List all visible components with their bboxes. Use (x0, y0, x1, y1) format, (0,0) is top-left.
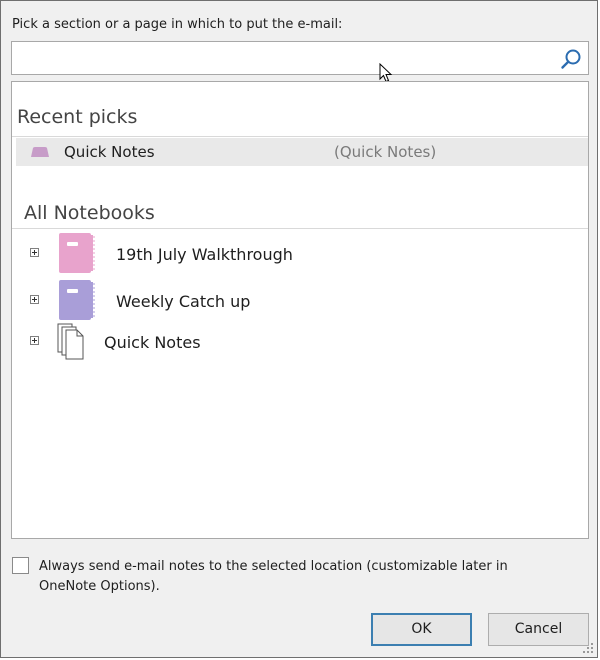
recent-picks-heading: Recent picks (17, 106, 138, 128)
recent-item-location: (Quick Notes) (334, 143, 437, 161)
notebook-name: Weekly Catch up (116, 292, 251, 311)
notebook-item-19th-july-walkthrough[interactable]: 19th July Walkthrough (12, 232, 588, 278)
prompt-label: Pick a section or a page in which to put… (12, 17, 343, 32)
search-icon[interactable] (560, 48, 582, 70)
section-tab-icon (31, 147, 49, 157)
notebook-item-quick-notes[interactable]: Quick Notes (12, 322, 588, 368)
notebook-name: Quick Notes (104, 333, 201, 352)
mouse-pointer-icon (379, 63, 393, 83)
quick-notes-pages-icon (57, 323, 84, 360)
cancel-button[interactable]: Cancel (488, 613, 589, 646)
divider (12, 228, 588, 229)
always-send-checkbox[interactable] (12, 557, 29, 574)
notebook-item-weekly-catch-up[interactable]: Weekly Catch up (12, 278, 588, 324)
location-list-panel[interactable]: Recent picks Quick Notes (Quick Notes) A… (11, 81, 589, 539)
ok-button[interactable]: OK (371, 613, 472, 646)
notebook-icon (59, 233, 95, 273)
search-field[interactable] (11, 41, 589, 75)
recent-item-quick-notes[interactable]: Quick Notes (Quick Notes) (16, 138, 588, 166)
divider (12, 136, 588, 137)
resize-grip-icon[interactable] (583, 643, 593, 653)
expand-icon[interactable] (30, 336, 39, 345)
notebook-name: 19th July Walkthrough (116, 245, 293, 264)
recent-item-name: Quick Notes (64, 143, 155, 161)
notebook-icon (59, 280, 95, 320)
expand-icon[interactable] (30, 295, 39, 304)
expand-icon[interactable] (30, 248, 39, 257)
pick-location-dialog: Pick a section or a page in which to put… (0, 0, 598, 658)
always-send-label[interactable]: Always send e-mail notes to the selected… (39, 557, 559, 597)
search-input[interactable] (16, 46, 550, 72)
all-notebooks-heading: All Notebooks (24, 202, 155, 224)
